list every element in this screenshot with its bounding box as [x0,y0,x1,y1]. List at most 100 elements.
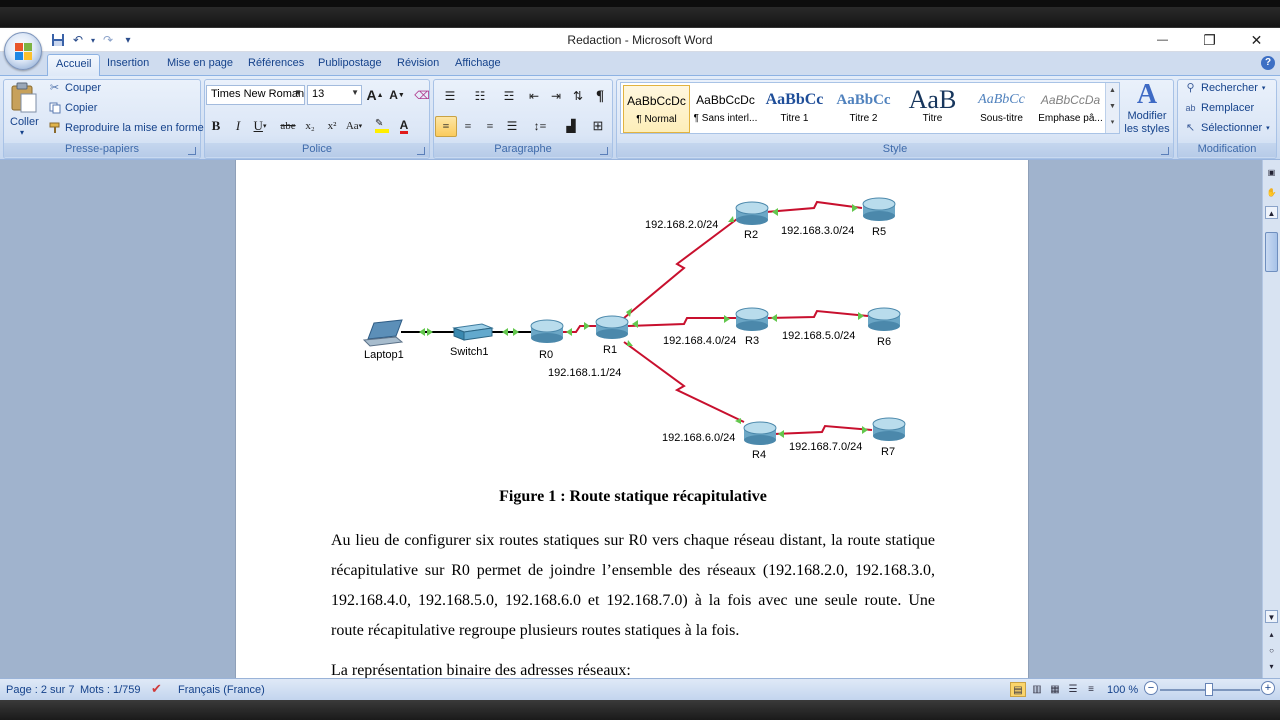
office-button[interactable] [4,32,42,70]
change-styles-button[interactable]: A Modifier les styles [1122,80,1172,142]
bullets-button[interactable]: ☰ [435,86,465,107]
router-r6-icon[interactable] [867,307,901,331]
shading-button[interactable]: ▟ [557,116,585,137]
proofing-icon[interactable]: ✔ [151,681,162,697]
line-spacing-button[interactable]: ↕≡ [526,116,554,137]
show-marks-button[interactable]: ¶ [589,86,611,107]
browse-select-icon[interactable]: ○ [1265,644,1278,657]
close-button[interactable]: ✕ [1233,28,1280,52]
style-no-spacing[interactable]: AaBbCcDc ¶ Sans interl... [692,85,759,133]
scroll-thumb[interactable] [1265,232,1278,272]
zoom-in-button[interactable]: + [1261,681,1275,695]
link-up-marker [728,216,734,222]
underline-button[interactable]: U ▾ [249,116,271,137]
router-r3-icon[interactable] [735,307,769,331]
cursor-icon: ↖ [1185,122,1196,134]
strikethrough-button[interactable]: abe [277,116,299,137]
scroll-down-icon[interactable]: ▼ [1265,610,1278,623]
page-indicator[interactable]: Page : 2 sur 7 [6,684,75,696]
laptop-icon[interactable] [362,319,404,347]
clear-format-button[interactable]: ⌫ [411,85,433,106]
superscript-button[interactable]: x² [321,116,343,137]
font-color-button[interactable]: A [393,116,415,137]
copy-button[interactable]: Copier [48,101,97,114]
tab-insertion[interactable]: Insertion [107,57,149,69]
tab-affichage[interactable]: Affichage [455,57,501,69]
shrink-font-button[interactable]: A ▼ [386,85,408,106]
sort-button[interactable]: ⇅ [567,86,589,107]
align-center-button[interactable]: ≡ [457,116,479,137]
borders-button[interactable]: ⊞ [585,116,611,137]
router-r0-icon[interactable] [530,319,564,343]
ruler-toggle-icon[interactable]: ▣ [1265,166,1278,179]
vertical-scrollbar[interactable]: ▣ ✋ ▲ ▼ ▴ ○ ▾ [1262,160,1280,678]
paragraph-group-label: Paragraphe [434,143,612,157]
outline-icon[interactable]: ☰ [1065,682,1081,697]
highlight-button[interactable]: ✎ [371,116,393,137]
document-page[interactable]: Laptop1 Switch1 R0 R1 R2 R3 R4 R5 R6 R7 … [235,160,1029,678]
web-layout-icon[interactable]: ▦ [1047,682,1063,697]
grow-font-icon: A [366,87,377,103]
tab-mise-en-page[interactable]: Mise en page [167,57,233,69]
bold-button[interactable]: B [205,116,227,137]
binoculars-icon: ⚲ [1186,82,1195,94]
switch-icon[interactable] [452,323,494,341]
increase-indent-button[interactable]: ⇥ [545,86,567,107]
restore-button[interactable]: ❐ [1186,28,1233,52]
zoom-out-button[interactable]: − [1144,681,1158,695]
select-button[interactable]: ↖ Sélectionner ▾ [1184,121,1270,135]
font-size-select[interactable]: 13 ▼ [307,85,362,105]
align-left-button[interactable]: ≡ [435,115,457,137]
tab-references[interactable]: Références [248,57,304,69]
full-screen-reading-icon[interactable]: ▥ [1029,682,1045,697]
font-launcher-icon[interactable] [417,147,425,155]
style-normal[interactable]: AaBbCcDc ¶ Normal [623,85,690,133]
numbering-button[interactable]: ☷ [465,86,495,107]
paragraph-launcher-icon[interactable] [600,147,608,155]
router-r1-icon[interactable] [595,315,629,339]
gallery-scroll[interactable]: ▲ ▼ ▾ [1105,83,1119,133]
scroll-up-icon[interactable]: ▲ [1265,206,1278,219]
find-button[interactable]: ⚲ Rechercher ▾ [1184,81,1265,95]
router-r4-icon[interactable] [743,421,777,445]
replace-button[interactable]: ab Remplacer [1184,101,1254,114]
previous-page-icon[interactable]: ▴ [1265,628,1278,641]
router-r7-icon[interactable] [872,417,906,441]
router-r2-icon[interactable] [735,201,769,225]
grow-font-button[interactable]: A ▲ [364,85,386,106]
tab-accueil[interactable]: Accueil [47,54,101,77]
style-title[interactable]: AaB Titre [899,85,966,133]
style-subtitle[interactable]: AaBbCc Sous-titre [968,85,1035,133]
router-r5-icon[interactable] [862,197,896,221]
language-indicator[interactable]: Français (France) [178,684,265,696]
align-right-button[interactable]: ≡ [479,116,501,137]
draft-icon[interactable]: ≡ [1083,682,1099,697]
style-heading-1[interactable]: AaBbCc Titre 1 [761,85,828,133]
zoom-slider-thumb[interactable] [1205,683,1213,696]
clipboard-launcher-icon[interactable] [188,147,196,155]
minimize-button[interactable]: — [1139,28,1186,52]
tab-publipostage[interactable]: Publipostage [318,57,382,69]
multilevel-list-button[interactable]: ☲ [495,86,523,107]
help-icon[interactable]: ? [1261,56,1275,70]
italic-button[interactable]: I [227,116,249,137]
format-painter-button[interactable]: Reproduire la mise en forme [48,121,204,134]
cut-button[interactable]: ✂ Couper [48,81,101,95]
print-layout-icon[interactable]: ▤ [1010,682,1026,697]
decrease-indent-button[interactable]: ⇤ [523,86,545,107]
tab-revision[interactable]: Révision [397,57,439,69]
change-case-button[interactable]: Aa ▾ [343,116,365,137]
justify-button[interactable]: ☰ [501,116,523,137]
zoom-level[interactable]: 100 % [1107,684,1138,696]
window-controls: — ❐ ✕ [1139,28,1280,52]
styles-launcher-icon[interactable] [1161,147,1169,155]
word-count[interactable]: Mots : 1/759 [80,684,141,696]
font-family-select[interactable]: Times New Roman ▼ [206,85,305,105]
style-heading-2[interactable]: AaBbCc Titre 2 [830,85,897,133]
browse-object-icon[interactable]: ✋ [1265,186,1278,199]
paste-button[interactable]: Coller ▾ [6,80,42,140]
copy-label: Copier [65,101,98,114]
style-subtle-emphasis[interactable]: AaBbCcDa Emphase pâ... [1037,85,1104,133]
next-page-icon[interactable]: ▾ [1265,660,1278,673]
subscript-button[interactable]: x₂ [299,116,321,137]
